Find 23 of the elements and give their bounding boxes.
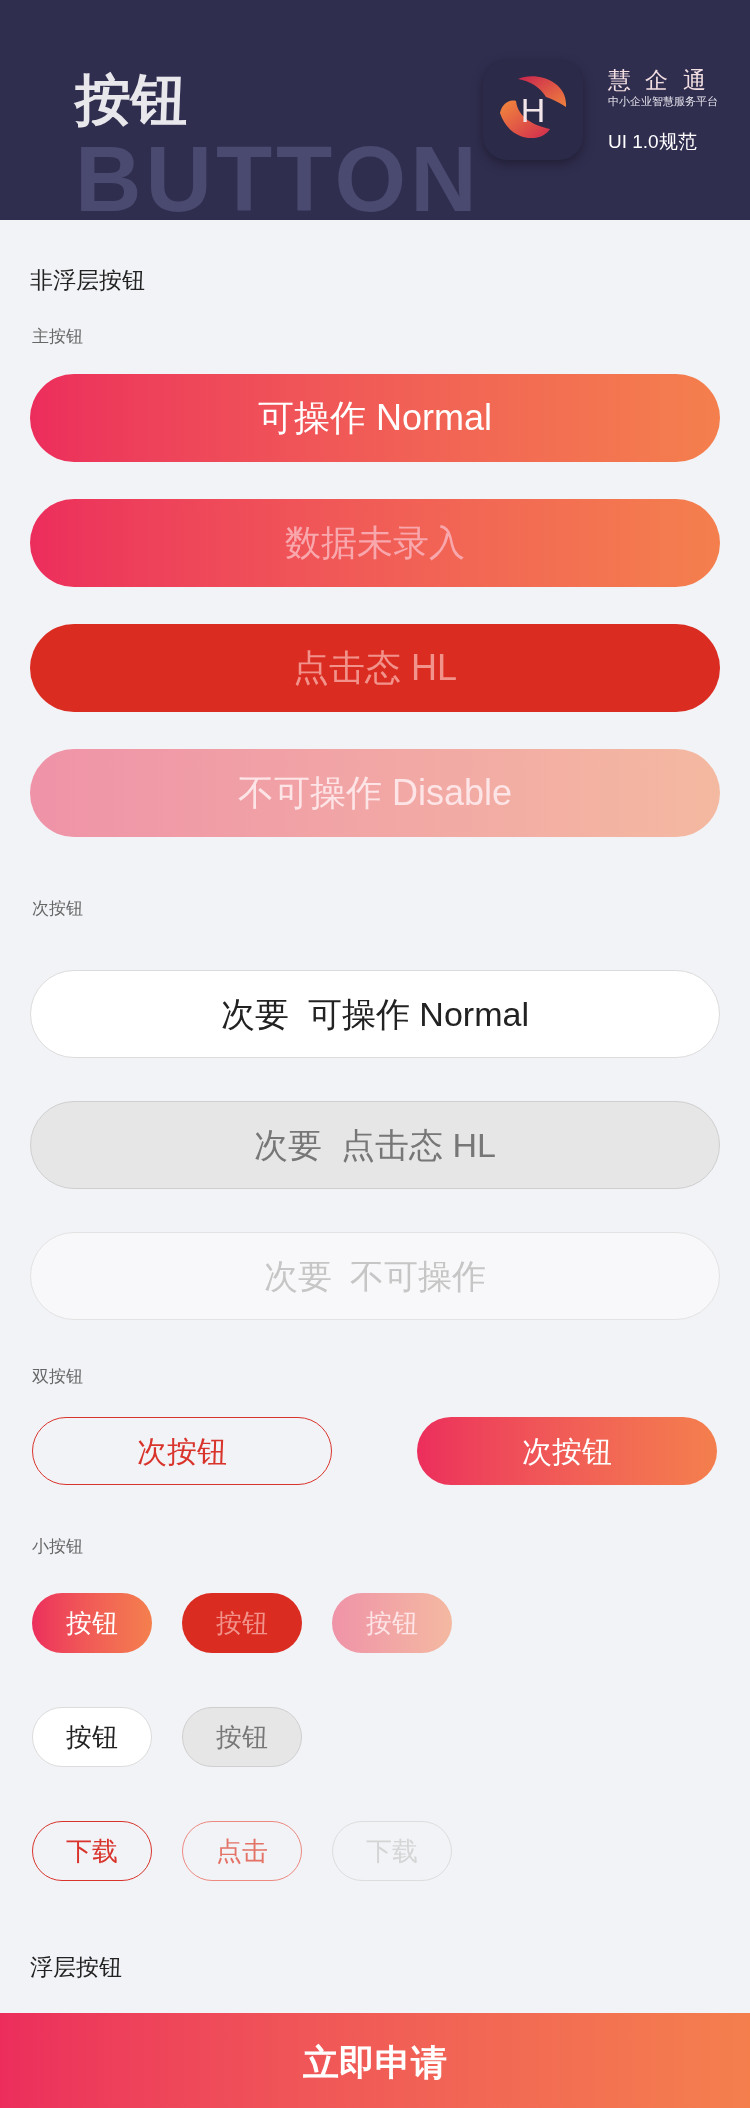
brand-name: 慧 企 通 bbox=[608, 66, 710, 94]
group-label: 次按钮 bbox=[31, 898, 84, 920]
section-title: 非浮层按钮 bbox=[30, 266, 146, 295]
apply-button[interactable]: 立即申请 bbox=[0, 2013, 750, 2108]
button[interactable]: 数据未录入 bbox=[30, 499, 720, 587]
button[interactable]: 按钮 bbox=[182, 1707, 302, 1767]
button[interactable]: 点击态 HL bbox=[30, 624, 720, 712]
button[interactable]: 按钮 bbox=[332, 1593, 452, 1653]
button[interactable]: 可操作 Normal bbox=[30, 374, 720, 462]
page-title: 按钮 bbox=[75, 67, 188, 133]
group-label: 双按钮 bbox=[31, 1366, 84, 1388]
brand-slogan: 中小企业智慧服务平台 bbox=[608, 94, 718, 108]
section-title: 浮层按钮 bbox=[30, 1953, 123, 1982]
logo-letter: H bbox=[520, 93, 546, 127]
button[interactable]: 按钮 bbox=[182, 1593, 302, 1653]
group-label: 主按钮 bbox=[31, 326, 84, 348]
button[interactable]: 次要 点击态 HL bbox=[30, 1101, 720, 1189]
button[interactable]: 次要 可操作 Normal bbox=[30, 970, 720, 1058]
version-label: UI 1.0规范 bbox=[608, 130, 697, 154]
group-label: 小按钮 bbox=[31, 1536, 84, 1558]
button[interactable]: 按钮 bbox=[32, 1707, 152, 1767]
button[interactable]: 次按钮 bbox=[417, 1417, 717, 1485]
button[interactable]: 按钮 bbox=[32, 1593, 152, 1653]
